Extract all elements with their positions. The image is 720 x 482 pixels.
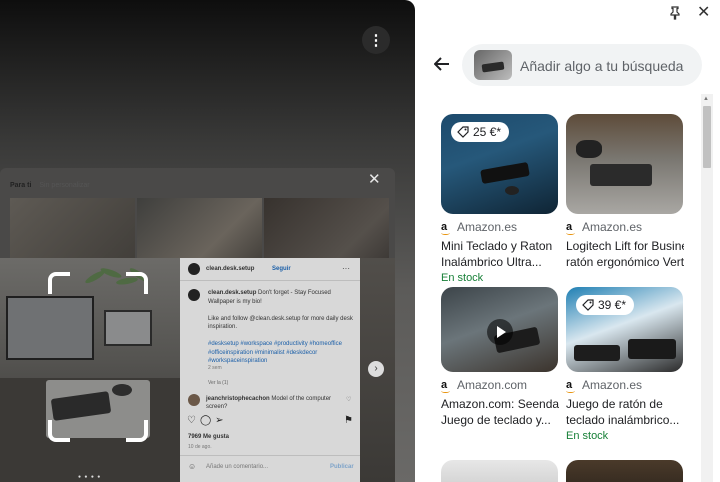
selection-corner-handle[interactable] [48,272,70,294]
caption-text-2: Like and follow @clean.desk.setup for mo… [208,315,353,331]
price-tag-icon [582,299,594,311]
divider [180,455,360,456]
result-card[interactable]: 39 €* a Amazon.es Juego de ratón de tecl… [566,287,684,442]
search-placeholder: Añadir algo a tu búsqueda [520,58,684,74]
post-caption: clean.desk.setup Don't forget - Stay Foc… [208,289,353,332]
close-icon[interactable]: ✕ [697,5,710,21]
source-label: Amazon.es [582,220,643,234]
price-badge: 25 €* [451,122,510,142]
avatar [188,289,200,301]
avatar [188,394,200,406]
post-date: 10 de ago. [188,444,212,450]
result-title-line: Inalámbrico Ultra... [441,255,542,269]
lens-selection-box[interactable] [48,272,148,442]
pin-icon[interactable] [668,6,682,20]
heart-icon: ♡ [187,415,200,426]
share-icon: ➢ [215,415,228,426]
comment: jeanchristophecachon Model of the comput… [206,395,341,411]
more-horizontal-icon: ··· [342,264,350,273]
product-image[interactable]: 25 €* [441,114,558,214]
scrollbar-thumb[interactable] [703,106,711,168]
post-hashtags: #desksetup #workspace #productivity #hom… [208,341,342,364]
result-title-line: Juego de ratón de [566,397,663,411]
price-label: 25 €* [473,125,502,139]
result-title-line: Logitech Lift for Busine [566,239,684,253]
scrollbar[interactable]: ▲ [701,94,713,482]
carousel-dots: ● ● ● ● [78,474,102,480]
result-card[interactable] [566,460,684,482]
result-title-line: teclado inalámbrico... [566,413,680,427]
divider [180,280,360,281]
selection-corner-handle[interactable] [126,272,148,294]
result-card[interactable]: a Amazon.com Amazon.com: Seenda Juego de… [441,287,559,428]
post-time: 2 sem [208,365,222,371]
amazon-logo-icon: a [441,379,451,393]
emoji-icon: ☺ [188,462,197,471]
instagram-post-panel: clean.desk.setup Seguir ··· clean.desk.s… [180,258,360,482]
follow-link: Seguir [272,266,291,272]
product-image[interactable] [441,460,558,482]
result-card[interactable] [441,460,559,482]
bookmark-icon: ⚑ [344,415,353,426]
heart-icon: ♡ [346,397,352,403]
price-badge: 39 €* [576,295,635,315]
result-title-line: Amazon.com: Seenda [441,397,559,411]
result-title[interactable]: Amazon.com: Seenda Juego de teclado y... [441,396,559,428]
result-title[interactable]: Mini Teclado y Raton Inalámbrico Ultra..… [441,238,559,270]
source-label: Amazon.es [582,378,643,392]
view-replies: Ver la (1) [208,380,229,386]
stock-status: En stock [441,272,484,284]
result-card[interactable]: a Amazon.es Logitech Lift for Busine rat… [566,114,684,270]
price-tag-icon [457,126,469,138]
chevron-right-icon: › [368,361,384,377]
post-username: clean.desk.setup [206,266,255,272]
product-image[interactable]: 39 €* [566,287,683,372]
avatar [188,263,200,275]
result-title-line: Mini Teclado y Raton [441,239,553,253]
publish-button: Publicar [330,464,354,470]
embedded-tab-foryou: Para ti [10,182,32,189]
result-title-line: ratón ergonómico Verti [566,255,684,269]
result-title-line: Juego de teclado y... [441,413,551,427]
price-label: 39 €* [598,298,627,312]
post-actions: ♡◯➢ [187,415,228,426]
comment-icon: ◯ [199,415,216,426]
product-image[interactable] [566,114,683,214]
embedded-tab-unpersonalized: Sin personalizar [39,182,90,189]
source-label: Amazon.es [457,220,518,234]
google-lens-screen: ⋮ Para ti Sin personalizar ✕ clean.desk.… [0,0,720,482]
result-source: a Amazon.es [441,220,559,235]
likes-count: 7969 Me gusta [188,434,230,440]
amazon-logo-icon: a [566,221,576,235]
arrow-back-icon[interactable] [434,57,450,71]
amazon-logo-icon: a [566,379,576,393]
comment-username: jeanchristophecachon [206,396,270,402]
search-input[interactable]: Añadir algo a tu búsqueda [462,44,702,86]
result-title[interactable]: Logitech Lift for Busine ratón ergonómic… [566,238,684,270]
embedded-tabs: Para ti Sin personalizar [10,182,90,189]
result-title[interactable]: Juego de ratón de teclado inalámbrico... [566,396,684,428]
lens-results-panel: ✕ Añadir algo a tu búsqueda 25 €* a Amaz… [415,0,720,482]
caption-username: clean.desk.setup [208,290,257,296]
result-source: a Amazon.com [441,378,559,393]
result-source: a Amazon.es [566,378,684,393]
more-vertical-icon[interactable]: ⋮ [362,26,390,54]
source-label: Amazon.com [457,378,528,392]
scroll-up-icon[interactable]: ▲ [703,96,709,102]
close-icon: ✕ [368,171,381,188]
selection-corner-handle[interactable] [48,420,70,442]
lens-capture-area[interactable]: ⋮ Para ti Sin personalizar ✕ clean.desk.… [0,0,415,482]
product-image[interactable] [566,460,683,482]
amazon-logo-icon: a [441,221,451,235]
play-icon[interactable] [487,319,513,345]
result-card[interactable]: 25 €* a Amazon.es Mini Teclado y Raton I… [441,114,559,284]
stock-status: En stock [566,430,609,442]
search-image-thumbnail[interactable] [474,50,512,80]
result-source: a Amazon.es [566,220,684,235]
selection-corner-handle[interactable] [126,420,148,442]
product-image[interactable] [441,287,558,372]
captured-page-screenshot: Para ti Sin personalizar ✕ clean.desk.se… [0,168,395,482]
add-comment-field: Añade un comentario... [206,464,269,470]
